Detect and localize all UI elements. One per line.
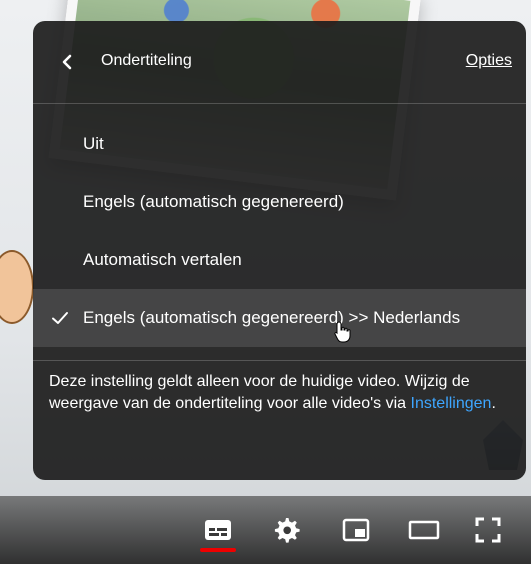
footer-end: . [491, 395, 496, 412]
menu-item-english-to-dutch[interactable]: Engels (automatisch gegenereerd) >> Nede… [33, 289, 526, 347]
footer-note: Deze instelling geldt alleen voor de hui… [49, 371, 510, 415]
options-link[interactable]: Opties [466, 52, 512, 70]
menu-item-off[interactable]: Uit [33, 115, 526, 173]
panel-header: Ondertiteling Opties [33, 21, 526, 104]
miniplayer-button[interactable] [336, 510, 376, 550]
settings-button[interactable] [266, 510, 306, 550]
subtitles-icon [205, 520, 231, 540]
menu-item-label: Engels (automatisch gegenereerd) [83, 192, 344, 211]
menu-item-english-auto[interactable]: Engels (automatisch gegenereerd) [33, 173, 526, 231]
gear-icon [274, 518, 300, 543]
subtitles-button[interactable] [198, 510, 238, 550]
theater-mode-button[interactable] [404, 510, 444, 550]
miniplayer-icon [342, 518, 370, 542]
player-control-bar [0, 496, 531, 564]
theater-mode-icon [408, 520, 440, 540]
settings-link[interactable]: Instellingen [411, 395, 492, 412]
subtitles-settings-panel: Ondertiteling Opties Uit Engels (automat… [33, 21, 526, 480]
fullscreen-button[interactable] [468, 510, 508, 550]
menu-item-label: Automatisch vertalen [83, 250, 242, 269]
footer-text: Deze instelling geldt alleen voor de hui… [49, 373, 470, 412]
subtitle-track-menu: Uit Engels (automatisch gegenereerd) Aut… [33, 115, 526, 347]
back-button[interactable] [53, 48, 81, 76]
menu-item-auto-translate[interactable]: Automatisch vertalen [33, 231, 526, 289]
panel-title: Ondertiteling [101, 52, 192, 69]
subtitles-active-indicator [200, 548, 236, 552]
fullscreen-icon [475, 517, 501, 543]
chevron-left-icon [62, 54, 72, 70]
hand-pointer-icon [334, 321, 351, 343]
menu-item-label: Uit [83, 134, 104, 153]
video-character [0, 250, 34, 324]
menu-item-label: Engels (automatisch gegenereerd) >> Nede… [83, 308, 461, 327]
checkmark-icon [52, 312, 68, 324]
panel-divider [33, 360, 526, 361]
